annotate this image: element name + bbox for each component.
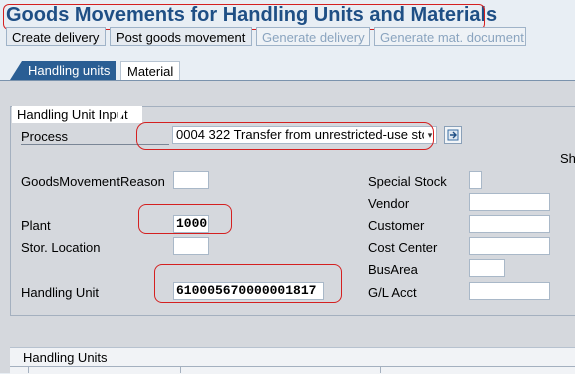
bus-area-label: BusArea <box>368 262 418 277</box>
create-delivery-button[interactable]: Create delivery <box>6 27 106 46</box>
table-column-divider <box>28 367 29 373</box>
table-header-divider <box>10 366 575 367</box>
process-label-underline <box>21 144 169 145</box>
plant-label: Plant <box>21 218 51 233</box>
gl-acct-label: G/L Acct <box>368 285 417 300</box>
chevron-down-icon[interactable]: ▾ <box>424 127 436 143</box>
special-stock-label: Special Stock <box>368 174 447 189</box>
detail-icon[interactable] <box>444 126 462 144</box>
tab-material[interactable]: Material <box>120 61 181 80</box>
cost-center-label: Cost Center <box>368 240 438 255</box>
cost-center-field[interactable] <box>469 237 550 255</box>
vendor-label: Vendor <box>368 196 410 211</box>
generate-delivery-button[interactable]: Generate delivery <box>256 27 370 46</box>
post-goods-movement-button[interactable]: Post goods movement <box>110 27 252 46</box>
handling-unit-label: Handling Unit <box>21 285 100 300</box>
customer-field[interactable] <box>469 215 550 233</box>
goods-movement-reason-label: GoodsMovementReason <box>21 174 165 189</box>
handling-units-table-title: Handling Units <box>23 350 108 365</box>
tabstrip-divider <box>0 80 575 81</box>
page-title: Goods Movements for Handling Units and M… <box>6 4 498 26</box>
stor-location-field[interactable] <box>173 237 209 255</box>
goods-movement-reason-field[interactable] <box>173 171 209 189</box>
tab-handling-units[interactable]: Handling units <box>22 61 117 80</box>
bus-area-field[interactable] <box>469 259 505 277</box>
table-column-divider <box>180 367 181 373</box>
plant-field[interactable]: 1000 <box>173 215 209 233</box>
stor-location-label: Stor. Location <box>21 240 101 255</box>
tab-handling-units-edge <box>10 61 22 80</box>
table-column-divider <box>380 367 381 373</box>
process-select[interactable]: 0004 322 Transfer from unrestricted-use … <box>172 126 437 144</box>
customer-label: Customer <box>368 218 425 233</box>
process-label: Process <box>21 129 68 144</box>
cut-off-label: Sh <box>560 151 575 166</box>
group-title-edge <box>118 106 128 123</box>
generate-mat-document-button[interactable]: Generate mat. document <box>374 27 526 46</box>
vendor-field[interactable] <box>469 193 550 211</box>
special-stock-field[interactable] <box>469 171 482 189</box>
handling-unit-field[interactable]: 610005670000001817 <box>173 282 324 300</box>
gl-acct-field[interactable] <box>469 282 550 300</box>
